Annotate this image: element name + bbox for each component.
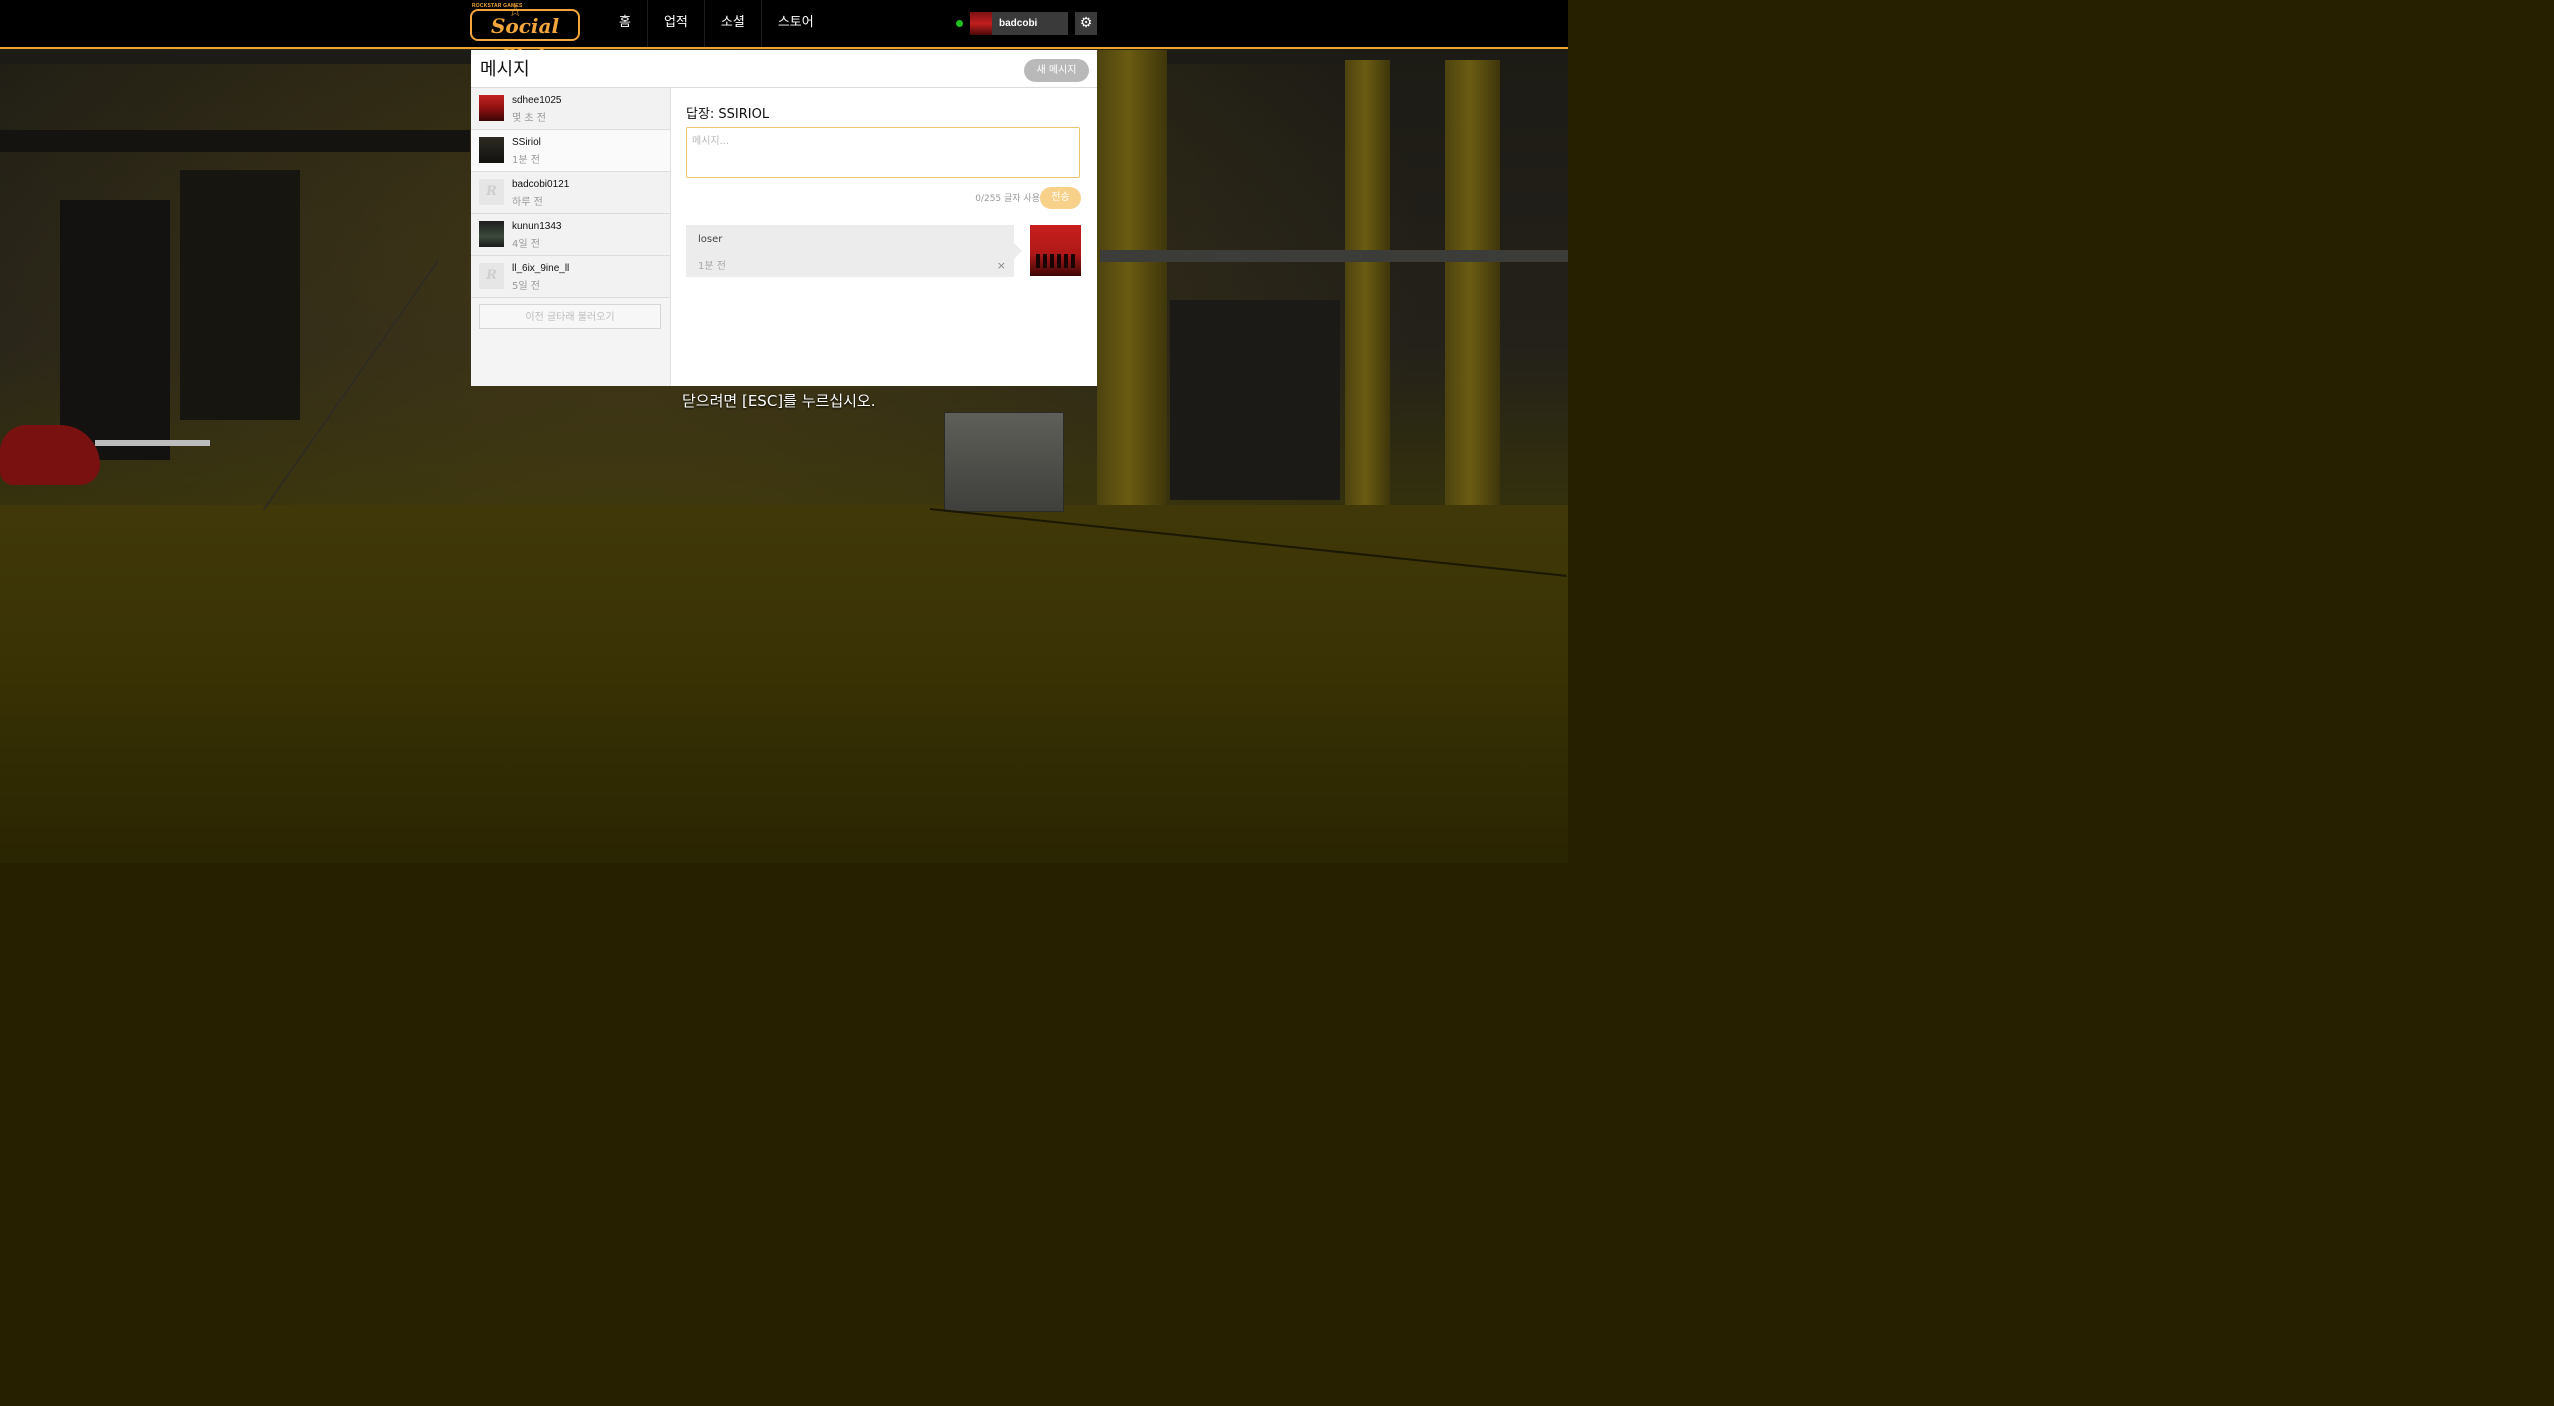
- nav-social[interactable]: 소셜: [705, 0, 762, 47]
- panel-header: 메시지 새 메시지: [471, 50, 1097, 88]
- conversation-avatar: [479, 95, 504, 121]
- message-text: loser: [698, 234, 723, 245]
- reply-title: 답장: SSIRIOL: [686, 107, 770, 122]
- conversation-time: 5일 전: [512, 281, 540, 292]
- logo-main-text: Social Club: [470, 9, 580, 68]
- default-avatar-icon: R: [479, 179, 504, 205]
- conversation-item[interactable]: kunun1343 4일 전: [471, 214, 670, 256]
- conversation-name: SSiriol: [512, 137, 541, 148]
- conversation-time: 하루 전: [512, 197, 543, 208]
- new-message-button[interactable]: 새 메시지: [1024, 59, 1089, 82]
- conversation-item-active[interactable]: SSiriol 1분 전: [471, 130, 670, 172]
- load-older-threads-button[interactable]: 이전 글타래 불러오기: [479, 304, 661, 329]
- message-bubble: loser 1분 전 ×: [686, 225, 1022, 277]
- page-title: 메시지: [480, 59, 530, 80]
- nav-home[interactable]: 홈: [603, 0, 648, 47]
- conversation-list: sdhee1025 몇 초 전 SSiriol 1분 전 R badcobi01…: [471, 88, 671, 386]
- user-avatar: [970, 12, 992, 35]
- esc-close-hint: 닫으려면 [ESC]를 누르십시오.: [682, 392, 876, 410]
- username-label: badcobi: [999, 18, 1038, 29]
- conversation-item[interactable]: R badcobi0121 하루 전: [471, 172, 670, 214]
- messages-panel: 메시지 새 메시지 sdhee1025 몇 초 전 SSiriol 1분 전 R…: [471, 50, 1097, 386]
- conversation-time: 4일 전: [512, 239, 540, 250]
- conversation-name: sdhee1025: [512, 95, 562, 106]
- default-avatar-icon: R: [479, 263, 504, 289]
- conversation-avatar: [479, 137, 504, 163]
- conversation-item[interactable]: sdhee1025 몇 초 전: [471, 88, 670, 130]
- reply-area: 답장: SSIRIOL 0/255 글자 사용 전송 loser 1분 전 ×: [670, 88, 1097, 386]
- send-button[interactable]: 전송: [1040, 187, 1081, 209]
- conversation-name: kunun1343: [512, 221, 562, 232]
- conversation-name: ll_6ix_9ine_ll: [512, 263, 570, 274]
- conversation-name: badcobi0121: [512, 179, 570, 190]
- gear-icon[interactable]: ⚙: [1075, 12, 1097, 35]
- top-nav-bar: ROCKSTAR GAMES ☆ Social Club 홈 업적 소셜 스토어…: [0, 0, 1568, 68]
- social-club-logo[interactable]: ROCKSTAR GAMES ☆ Social Club: [470, 1, 583, 68]
- close-icon[interactable]: ×: [997, 259, 1006, 272]
- nav-store[interactable]: 스토어: [762, 0, 830, 47]
- char-count: 0/255 글자 사용: [975, 194, 1040, 204]
- conversation-avatar: [479, 221, 504, 247]
- message-time: 1분 전: [698, 261, 726, 272]
- online-status-icon: [956, 20, 963, 27]
- nav-achievements[interactable]: 업적: [648, 0, 705, 47]
- conversation-time: 몇 초 전: [512, 113, 546, 124]
- conversation-item[interactable]: R ll_6ix_9ine_ll 5일 전: [471, 256, 670, 298]
- message-input[interactable]: [686, 127, 1080, 178]
- sender-avatar: [1030, 225, 1081, 276]
- conversation-time: 1분 전: [512, 155, 540, 166]
- main-nav: 홈 업적 소셜 스토어: [603, 0, 830, 47]
- user-profile-button[interactable]: badcobi: [970, 12, 1068, 35]
